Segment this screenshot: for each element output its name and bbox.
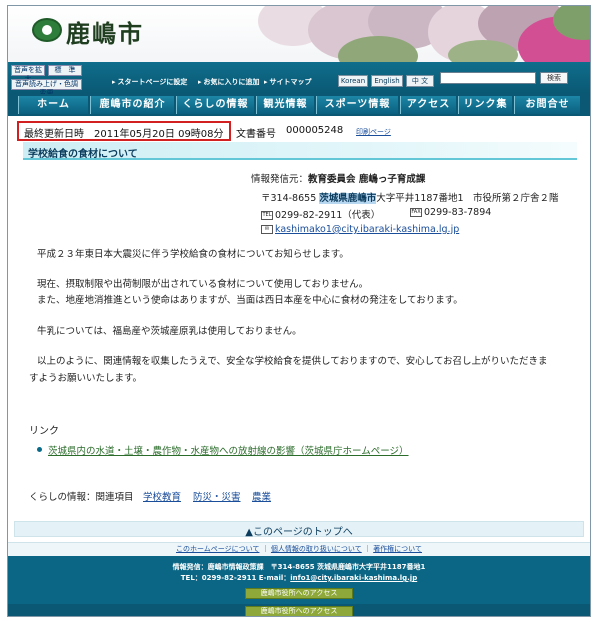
category-school-education[interactable]: 学校教育 (143, 489, 181, 503)
city-hall-access-button[interactable]: 鹿嶋市役所へのアクセス (245, 588, 353, 599)
footer-separator: ｜ (261, 545, 269, 553)
header-banner: 鹿嶋市 (8, 6, 590, 62)
nav-sports[interactable]: スポーツ情報 (316, 96, 398, 114)
text-enlarge-button[interactable]: 音声を拡大 (11, 65, 45, 83)
publisher-from-label: 情報発信元： (251, 174, 309, 185)
lang-chinese-button[interactable]: 中 文 (406, 75, 434, 87)
update-label: 最終更新日時 (24, 129, 84, 140)
body-paragraph-2a: 現在、摂取制限や出荷制限が出されている食材について使用しておりません。 (37, 279, 369, 290)
lang-english-button[interactable]: English (371, 75, 403, 87)
city-emblem-logo[interactable] (32, 18, 62, 42)
search-button[interactable]: 検索 (540, 72, 568, 84)
category-agriculture[interactable]: 農業 (252, 489, 271, 503)
body-paragraph-4b: すようお願いいたします。 (29, 373, 143, 384)
update-value: 2011年05月20日 09時08分 (94, 129, 224, 140)
mail-icon: ✉ (261, 225, 273, 234)
main-navigation: ホーム 鹿嶋市の紹介 くらしの情報 観光情報 スポーツ情報 アクセス リンク集 … (8, 94, 590, 116)
nav-access[interactable]: アクセス (400, 96, 456, 114)
nav-links[interactable]: リンク集 (458, 96, 512, 114)
text-standard-button[interactable]: 標 準 (48, 65, 82, 76)
page-title: 学校給食の食材について (28, 149, 138, 160)
footer-privacy-link[interactable]: 個人情報の取り扱いについて (271, 545, 362, 553)
address-highlight: 茨城県鹿嶋市 (319, 193, 377, 204)
nav-city-intro[interactable]: 鹿嶋市の紹介 (90, 96, 174, 114)
utility-bar: 音声を拡大 標 準 音声読み上げ・色調変更 スタートページに設定 お気に入りに追… (8, 62, 590, 97)
docnum-value: 000005248 (286, 125, 344, 136)
back-to-top-link[interactable]: ▲このページのトップへ (8, 523, 590, 538)
nav-living-info[interactable]: くらしの情報 (176, 96, 254, 114)
footer-links: このホームページについて ｜ 個人情報の取り扱いについて ｜ 著作権について (8, 544, 590, 554)
footer-copyright-link[interactable]: 著作権について (373, 545, 422, 553)
email-link[interactable]: kashimako1@city.ibaraki-kashima.lg.jp (275, 224, 459, 235)
lang-korean-button[interactable]: Korean (338, 75, 368, 87)
nav-tourism[interactable]: 観光情報 (256, 96, 314, 114)
tel-icon: TEL (261, 211, 273, 220)
browser-page-frame: 鹿嶋市 音声を拡大 標 準 音声読み上げ・色調変更 スタートページに設定 お気に… (7, 5, 591, 617)
favorites-link[interactable]: お気に入りに追加 (198, 77, 260, 87)
nav-contact[interactable]: お問合せ (514, 96, 580, 114)
publisher-email: ✉ kashimako1@city.ibaraki-kashima.lg.jp (261, 224, 459, 235)
start-page-link[interactable]: スタートページに設定 (112, 77, 188, 87)
publisher-from: 情報発信元：教育委員会 鹿嶋っ子育成課 (251, 171, 425, 185)
footer-tel-email-line: TEL：0299-82-2911 E-mail：info1@city.ibara… (8, 573, 590, 583)
print-page-link[interactable]: 印刷ページ (356, 127, 391, 137)
nav-home[interactable]: ホーム (18, 96, 88, 114)
publisher-fax: FAX 0299-83-7894 (410, 207, 491, 218)
links-title: リンク (29, 426, 59, 437)
address-rest: 大字平井1187番地1 市役所第２庁舎２階 (376, 193, 559, 204)
search-input[interactable] (440, 72, 536, 84)
speech-color-button[interactable]: 音声読み上げ・色調変更 (11, 79, 82, 97)
fax-number: 0299-83-7894 (424, 207, 492, 218)
footer-separator: ｜ (363, 545, 371, 553)
docnum-label: 文書番号 (236, 129, 276, 140)
body-paragraph-4a: 以上のように、関連情報を収集したうえで、安全な学校給食を提供しておりますので、安… (37, 356, 548, 367)
footer-tel: TEL：0299-82-2911 E-mail： (180, 574, 291, 582)
category-disaster[interactable]: 防災・災害 (193, 489, 241, 503)
site-name[interactable]: 鹿嶋市 (66, 14, 144, 49)
city-hall-access-button-2[interactable]: 鹿嶋市役所へのアクセス (245, 606, 353, 616)
sitemap-link[interactable]: サイトマップ (264, 77, 312, 87)
fax-icon: FAX (410, 208, 422, 217)
tel-number: 0299-82-2911（代表） (275, 210, 381, 221)
footer-about-link[interactable]: このホームページについて (176, 545, 259, 553)
footer-contact-line: 情報発信：鹿嶋市情報政策課 〒314-8655 茨城県鹿嶋市大字平井1187番地… (172, 563, 426, 571)
body-paragraph-2b: また、地産地消推進という使命はありますが、当面は西日本産を中心に食材の発注をして… (37, 295, 463, 306)
bullet-icon (37, 447, 42, 452)
category-label: くらしの情報：関連項目 (29, 492, 134, 503)
footer-email-link[interactable]: info1@city.ibaraki-kashima.lg.jp (290, 574, 417, 582)
body-paragraph-1: 平成２３年東日本大震災に伴う学校給食の食材についてお知らせします。 (37, 249, 349, 260)
link-radiation-info[interactable]: 茨城県内の水道・土壌・農作物・水産物への放射線の影響（茨城県庁ホームページ） (48, 443, 409, 457)
publisher-phone: TEL 0299-82-2911（代表） (261, 207, 380, 221)
publisher-address: 〒314-8655 茨城県鹿嶋市大字平井1187番地1 市役所第２庁舎２階 (261, 190, 559, 204)
body-paragraph-3: 牛乳については、福島産や茨城産原乳は使用しておりません。 (37, 326, 302, 337)
postal-code: 〒314-8655 (261, 193, 317, 204)
publisher-from-value: 教育委員会 鹿嶋っ子育成課 (308, 174, 426, 185)
